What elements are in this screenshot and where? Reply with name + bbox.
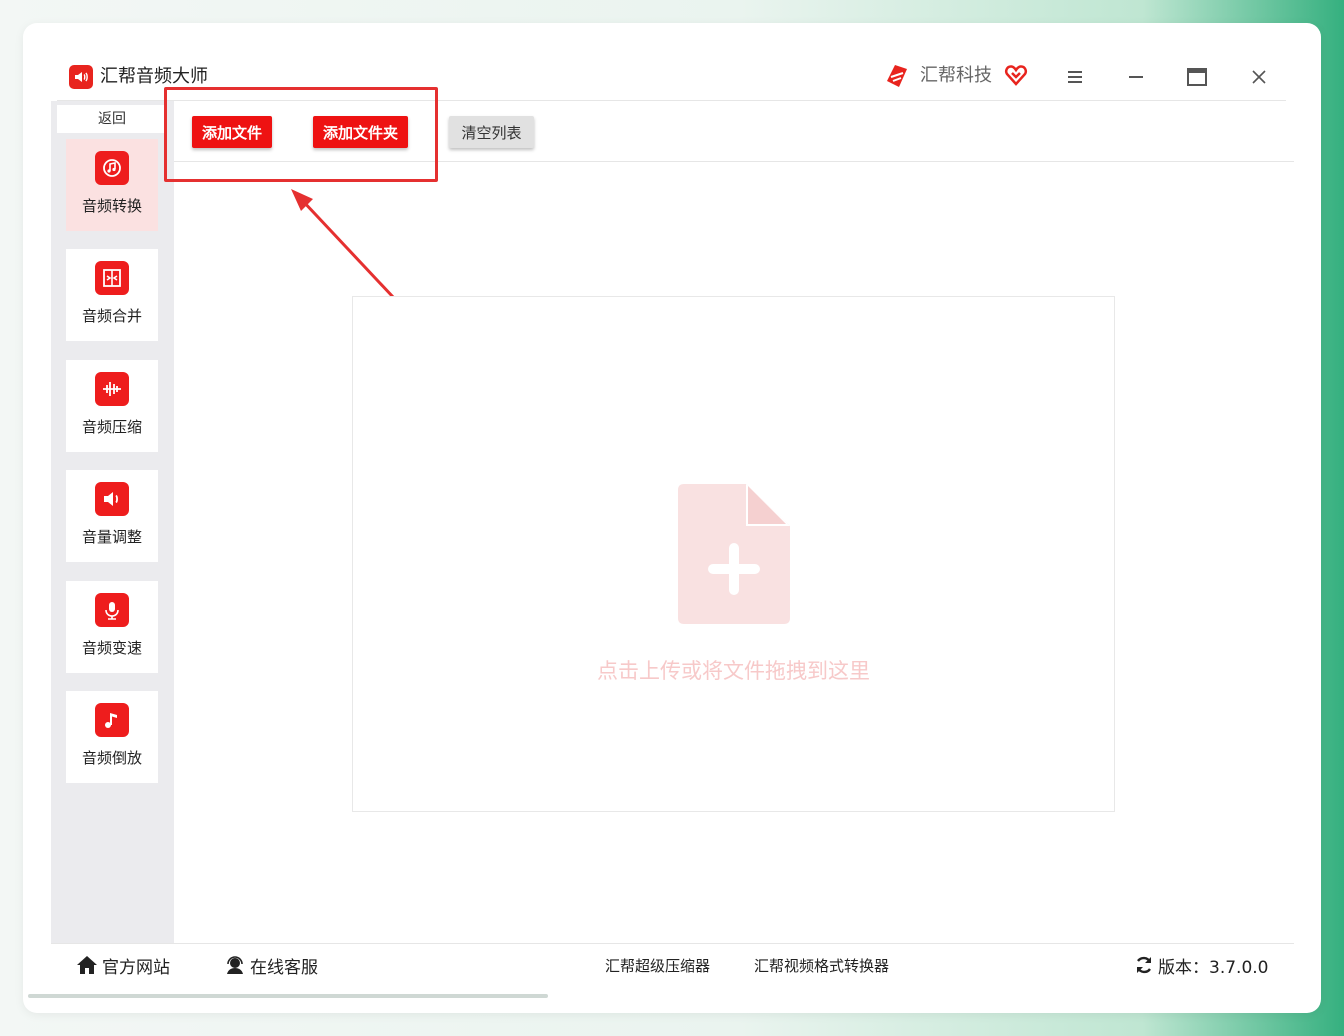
- clear-list-button[interactable]: 清空列表: [449, 116, 534, 148]
- sidebar-item-volume[interactable]: 音量调整: [66, 470, 158, 562]
- drop-zone-text: 点击上传或将文件拖拽到这里: [597, 659, 870, 683]
- music-note-icon: [95, 703, 129, 737]
- version-label: 版本：3.7.0.0: [1158, 957, 1269, 978]
- sidebar-item-speed[interactable]: 音频变速: [66, 581, 158, 673]
- sidebar-item-label: 音频倒放: [81, 749, 142, 767]
- app-title: 汇帮音频大师: [100, 66, 208, 87]
- brand-logo-icon: [887, 65, 907, 87]
- speaker-icon: [69, 65, 93, 89]
- sidebar-item-label: 音频压缩: [81, 418, 142, 436]
- file-add-icon: [678, 484, 790, 624]
- audio-merge-icon: [95, 261, 129, 295]
- video-converter-link[interactable]: 汇帮视频格式转换器: [754, 953, 889, 977]
- sidebar-item-audio-merge[interactable]: 音频合并: [66, 249, 158, 341]
- footer-divider: [51, 943, 1294, 944]
- annotation-highlight-box: [164, 87, 438, 182]
- maximize-icon[interactable]: [1183, 63, 1211, 91]
- online-support-label: 在线客服: [250, 957, 318, 978]
- close-icon[interactable]: [1245, 63, 1273, 91]
- sidebar-item-label: 音频合并: [81, 307, 142, 325]
- official-website-label: 官方网站: [102, 957, 170, 978]
- volume-icon: [95, 482, 129, 516]
- brand-name: 汇帮科技: [920, 65, 992, 86]
- audio-convert-icon: [95, 151, 129, 185]
- horizontal-scrollbar[interactable]: [28, 994, 548, 998]
- sidebar-item-label: 音量调整: [81, 528, 142, 546]
- sidebar-item-audio-convert[interactable]: 音频转换: [66, 139, 158, 231]
- vip-heart-icon[interactable]: [1004, 63, 1028, 87]
- refresh-icon: [1136, 956, 1152, 974]
- file-drop-zone[interactable]: 点击上传或将文件拖拽到这里: [352, 296, 1115, 812]
- online-support-link[interactable]: 在线客服: [224, 953, 318, 978]
- version-info[interactable]: 版本：3.7.0.0: [1134, 953, 1269, 978]
- minimize-icon[interactable]: [1122, 63, 1150, 91]
- sidebar-item-reverse[interactable]: 音频倒放: [66, 691, 158, 783]
- sidebar: 返回 音频转换 音频合并 音频压缩 音量调整 音频变速 音频倒放: [51, 101, 174, 943]
- compressor-link[interactable]: 汇帮超级压缩器: [605, 953, 710, 977]
- back-link[interactable]: 返回: [57, 105, 167, 133]
- audio-compress-icon: [95, 372, 129, 406]
- support-agent-icon: [227, 956, 243, 974]
- sidebar-item-audio-compress[interactable]: 音频压缩: [66, 360, 158, 452]
- microphone-icon: [95, 593, 129, 627]
- hamburger-icon[interactable]: [1061, 63, 1089, 91]
- sidebar-item-label: 音频变速: [81, 639, 142, 657]
- home-icon: [77, 956, 97, 974]
- sidebar-item-label: 音频转换: [81, 197, 142, 215]
- official-website-link[interactable]: 官方网站: [76, 953, 170, 978]
- app-window: 汇帮音频大师 汇帮科技 返回 音频转换 音频合并 音频压缩 音量调整 音频变速 …: [23, 23, 1321, 1013]
